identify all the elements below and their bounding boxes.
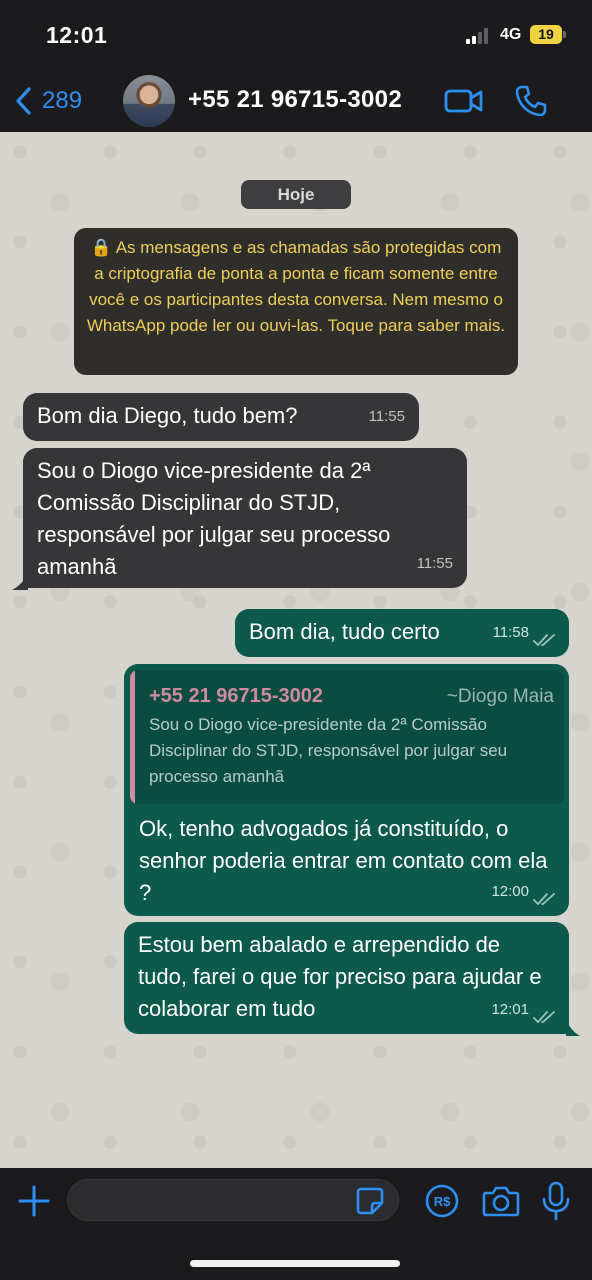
svg-text:R$: R$ (434, 1194, 451, 1209)
unread-count: 289 (42, 87, 83, 114)
message-input[interactable] (67, 1179, 399, 1221)
phone-icon[interactable] (514, 84, 548, 118)
message-outgoing-reply[interactable]: +55 21 96715-3002 ~Diogo Maia Sou o Diog… (124, 664, 569, 916)
payment-icon[interactable]: R$ (424, 1183, 460, 1219)
bubble-tail (566, 1020, 580, 1036)
message-outgoing[interactable]: Bom dia, tudo certo 11:58 (235, 609, 569, 657)
read-receipt-icon (533, 634, 555, 646)
chat-header: 289 +55 21 96715-3002 (0, 70, 592, 132)
bubble-tail (12, 574, 28, 590)
message-text: Sou o Diogo vice-presidente da 2ª Comiss… (37, 458, 391, 579)
home-indicator (190, 1260, 400, 1267)
quote-author: ~Diogo Maia (446, 686, 554, 707)
video-camera-icon[interactable] (444, 86, 484, 116)
sticker-icon[interactable] (355, 1186, 385, 1216)
input-bar: R$ (0, 1168, 592, 1280)
quote-text: Sou o Diogo vice-presidente da 2ª Comiss… (149, 715, 508, 786)
date-label: Hoje (241, 180, 351, 209)
message-incoming[interactable]: Sou o Diogo vice-presidente da 2ª Comiss… (23, 448, 467, 588)
message-text: Bom dia, tudo certo (249, 619, 440, 644)
message-time: 11:55 (416, 555, 453, 572)
chat-area[interactable]: Hoje 🔒 As mensagens e as chamadas são pr… (0, 132, 592, 1168)
back-button[interactable]: 289 (14, 84, 82, 118)
signal-icon (466, 28, 494, 44)
status-time: 12:01 (46, 22, 108, 48)
status-bar: 12:01 4G 19 (0, 0, 592, 70)
message-time: 11:58 (492, 624, 529, 641)
avatar[interactable] (123, 75, 175, 127)
read-receipt-icon (533, 893, 555, 905)
message-text: Bom dia Diego, tudo bem? (37, 403, 298, 428)
quote-sender: +55 21 96715-3002 (149, 685, 324, 707)
plus-icon[interactable] (16, 1183, 52, 1219)
message-outgoing[interactable]: Estou bem abalado e arrependido de tudo,… (124, 922, 569, 1034)
message-time: 12:01 (491, 1001, 529, 1018)
camera-icon[interactable] (482, 1184, 520, 1218)
encryption-notice[interactable]: 🔒 As mensagens e as chamadas são protegi… (74, 228, 518, 375)
contact-name[interactable]: +55 21 96715-3002 (188, 86, 402, 114)
message-text: Estou bem abalado e arrependido de tudo,… (138, 932, 542, 1021)
chevron-left-icon (16, 87, 31, 115)
microphone-icon[interactable] (540, 1181, 572, 1221)
quoted-message[interactable]: +55 21 96715-3002 ~Diogo Maia Sou o Diog… (130, 670, 564, 804)
network-type: 4G (500, 26, 522, 43)
quote-bar (130, 670, 135, 804)
message-time: 12:00 (491, 883, 529, 900)
message-incoming[interactable]: Bom dia Diego, tudo bem? 11:55 (23, 393, 419, 441)
message-time: 11:55 (368, 408, 405, 425)
read-receipt-icon (533, 1011, 555, 1023)
battery-tip (563, 31, 566, 38)
battery-icon: 19 (530, 25, 562, 44)
